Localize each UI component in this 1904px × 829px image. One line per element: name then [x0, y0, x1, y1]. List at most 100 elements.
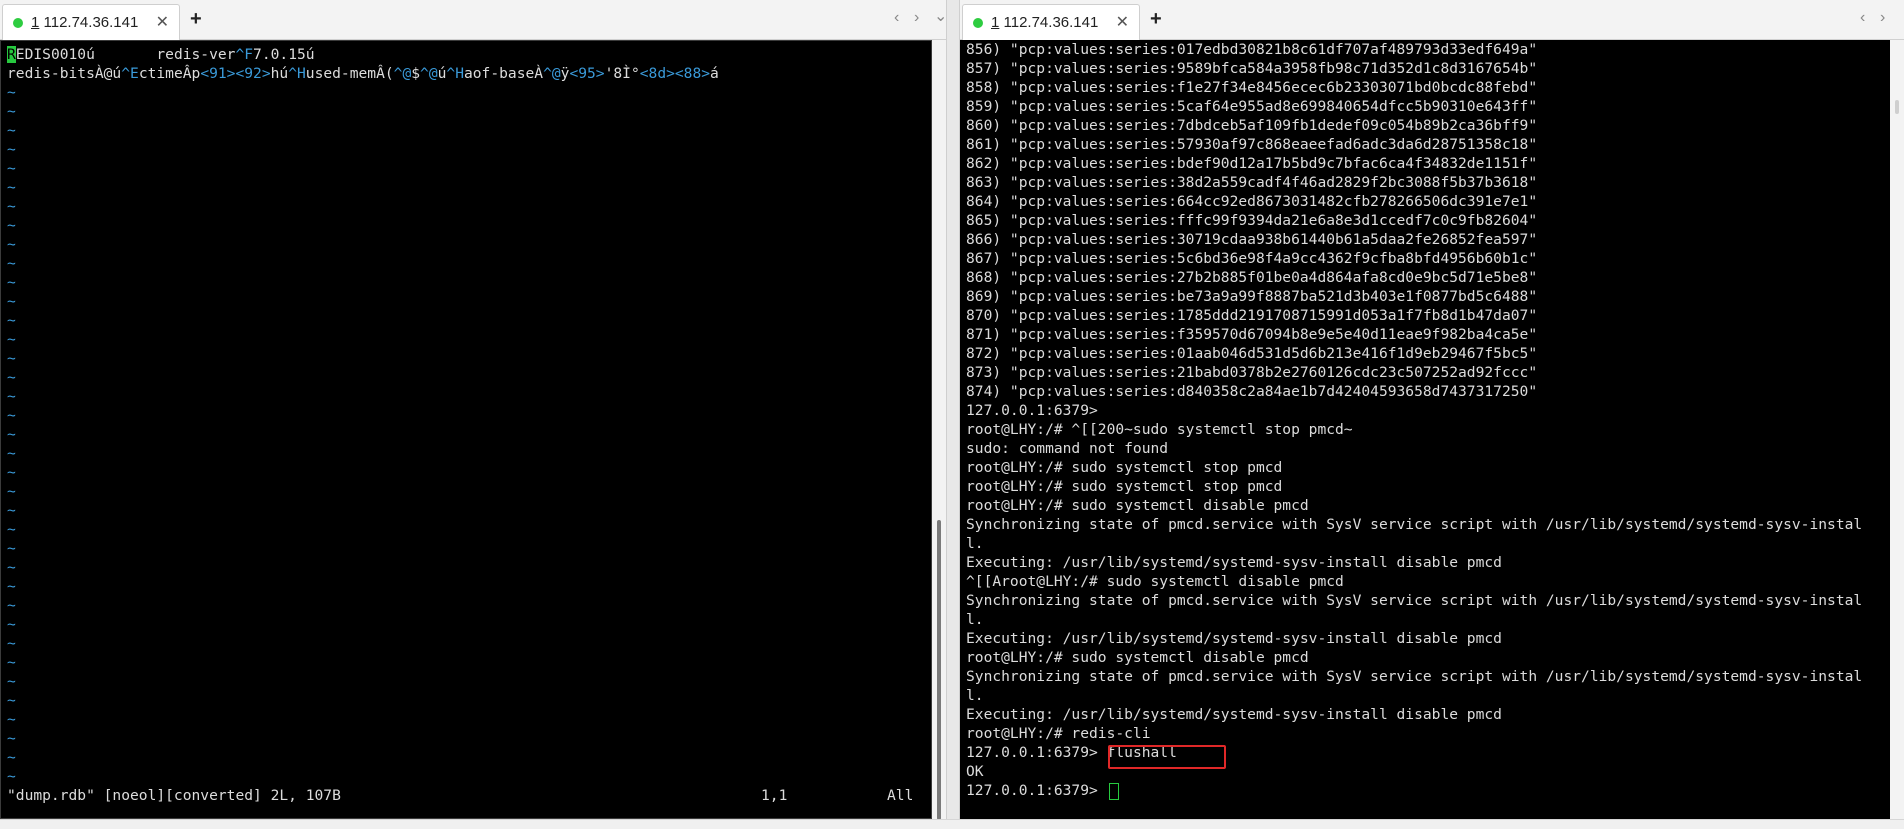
- terminal-line: root@LHY:/# sudo systemctl disable pmcd: [966, 497, 1309, 514]
- vim-tilde-line: ~: [7, 388, 16, 405]
- vim-tilde-line: ~: [7, 236, 16, 253]
- flushall-highlight-box: [1108, 745, 1226, 769]
- terminal-line: Executing: /usr/lib/systemd/systemd-sysv…: [966, 706, 1502, 723]
- terminal-line: root@LHY:/# sudo systemctl stop pmcd: [966, 459, 1283, 476]
- vim-tilde-line: ~: [7, 730, 16, 747]
- terminal-line: root@LHY:/# sudo systemctl disable pmcd: [966, 649, 1309, 666]
- right-pane: 1 112.74.36.141 ✕ + ‹ › 856) "pcp:values…: [960, 0, 1904, 829]
- vim-tilde-line: ~: [7, 274, 16, 291]
- right-session-tab[interactable]: 1 112.74.36.141 ✕: [962, 4, 1140, 40]
- terminal-line: Synchronizing state of pmcd.service with…: [966, 516, 1863, 533]
- vim-line-2: redis-bitsÀ@ú^EctimeÂp<91><92>hú^Hused-m…: [7, 65, 719, 82]
- terminal-line: 857) "pcp:values:series:9589bfca584a3958…: [966, 60, 1538, 77]
- app-status-bar: [0, 819, 1904, 829]
- right-scroll-thumb[interactable]: [1895, 100, 1899, 114]
- right-scrollbar[interactable]: [1890, 40, 1904, 819]
- tab-next-icon[interactable]: ›: [1880, 9, 1885, 27]
- terminal-line: Executing: /usr/lib/systemd/systemd-sysv…: [966, 630, 1502, 647]
- terminal-line: l.: [966, 687, 984, 704]
- terminal-line: 865) "pcp:values:series:fffc99f9394da21e…: [966, 212, 1538, 229]
- new-tab-button[interactable]: +: [190, 8, 202, 31]
- vim-status-file: "dump.rdb" [noeol][converted] 2L, 107B: [7, 787, 341, 804]
- terminal-line: root@LHY:/# sudo systemctl stop pmcd: [966, 478, 1283, 495]
- terminal-line: root@LHY:/# ^[[200~sudo systemctl stop p…: [966, 421, 1353, 438]
- vim-tilde-line: ~: [7, 312, 16, 329]
- vim-tilde-line: ~: [7, 179, 16, 196]
- left-scroll-thumb[interactable]: [937, 520, 941, 820]
- terminal-line: 127.0.0.1:6379>: [966, 402, 1098, 419]
- vim-tilde-line: ~: [7, 616, 16, 633]
- vim-tilde-line: ~: [7, 369, 16, 386]
- vim-tilde-line: ~: [7, 350, 16, 367]
- vim-tilde-line: ~: [7, 331, 16, 348]
- left-session-tab[interactable]: 1 112.74.36.141 ✕: [2, 4, 180, 40]
- left-tabbar: 1 112.74.36.141 ✕ + ‹ › ⌄: [0, 0, 947, 40]
- vim-tilde-line: ~: [7, 521, 16, 538]
- right-tabbar: 1 112.74.36.141 ✕ + ‹ ›: [960, 0, 1904, 40]
- vim-tilde-line: ~: [7, 597, 16, 614]
- terminal-line: sudo: command not found: [966, 440, 1169, 457]
- terminal-line: root@LHY:/# redis-cli: [966, 725, 1151, 742]
- vim-tilde-line: ~: [7, 293, 16, 310]
- terminal-line: 858) "pcp:values:series:f1e27f34e8456ece…: [966, 79, 1538, 96]
- vim-line-1: REDIS0010ú redis-ver^F7.0.15ú: [7, 46, 315, 63]
- vim-tilde-line: ~: [7, 445, 16, 462]
- vim-tilde-line: ~: [7, 540, 16, 557]
- terminal-line: 870) "pcp:values:series:1785ddd219170871…: [966, 307, 1538, 324]
- close-icon[interactable]: ✕: [156, 12, 169, 32]
- vim-tilde-line: ~: [7, 103, 16, 120]
- terminal-line: 862) "pcp:values:series:bdef90d12a17b5bd…: [966, 155, 1538, 172]
- terminal-line: 872) "pcp:values:series:01aab046d531d5d6…: [966, 345, 1538, 362]
- terminal-line: l.: [966, 611, 984, 628]
- terminal-line: 860) "pcp:values:series:7dbdceb5af109fb1…: [966, 117, 1538, 134]
- close-icon[interactable]: ✕: [1116, 12, 1129, 32]
- vim-tilde-line: ~: [7, 768, 16, 785]
- vim-tilde-line: ~: [7, 217, 16, 234]
- vim-tilde-line: ~: [7, 559, 16, 576]
- terminal-line: 868) "pcp:values:series:27b2b885f01be0a4…: [966, 269, 1538, 286]
- vim-tilde-line: ~: [7, 122, 16, 139]
- terminal-line: ^[[Aroot@LHY:/# sudo systemctl disable p…: [966, 573, 1344, 590]
- terminal-line: 871) "pcp:values:series:f359570d67094b8e…: [966, 326, 1538, 343]
- terminal-line: Executing: /usr/lib/systemd/systemd-sysv…: [966, 554, 1502, 571]
- vim-status-position: 1,1: [761, 787, 788, 804]
- tab-prev-icon[interactable]: ‹: [1860, 9, 1865, 27]
- vim-tilde-line: ~: [7, 84, 16, 101]
- prompt-line[interactable]: 127.0.0.1:6379>: [966, 781, 1119, 800]
- vim-tilde-line: ~: [7, 654, 16, 671]
- new-tab-button[interactable]: +: [1150, 8, 1162, 31]
- ok-line: OK: [966, 763, 984, 780]
- vim-editor[interactable]: REDIS0010ú redis-ver^F7.0.15ú redis-bits…: [0, 40, 932, 819]
- terminal-line: 861) "pcp:values:series:57930af97c868eae…: [966, 136, 1538, 153]
- vim-tilde-line: ~: [7, 749, 16, 766]
- terminal-output[interactable]: 856) "pcp:values:series:017edbd30821b8c6…: [960, 40, 1890, 819]
- terminal-line: 866) "pcp:values:series:30719cdaa938b614…: [966, 231, 1538, 248]
- vim-tilde-line: ~: [7, 407, 16, 424]
- left-pane: 1 112.74.36.141 ✕ + ‹ › ⌄ REDIS0010ú red…: [0, 0, 947, 829]
- vim-tilde-line: ~: [7, 635, 16, 652]
- vim-tilde-line: ~: [7, 692, 16, 709]
- vim-cursor: R: [7, 46, 16, 63]
- right-tab-label: 1 112.74.36.141: [991, 14, 1099, 31]
- vim-tilde-line: ~: [7, 502, 16, 519]
- pane-divider[interactable]: [946, 0, 960, 829]
- terminal-line: Synchronizing state of pmcd.service with…: [966, 668, 1863, 685]
- tab-next-icon[interactable]: ›: [914, 9, 919, 27]
- vim-tilde-line: ~: [7, 464, 16, 481]
- terminal-line: 869) "pcp:values:series:be73a9a99f8887ba…: [966, 288, 1538, 305]
- terminal-line: 856) "pcp:values:series:017edbd30821b8c6…: [966, 41, 1538, 58]
- terminal-line: Synchronizing state of pmcd.service with…: [966, 592, 1863, 609]
- vim-status-all: All: [887, 787, 914, 804]
- left-tab-label: 1 112.74.36.141: [31, 14, 139, 31]
- vim-tilde-line: ~: [7, 255, 16, 272]
- terminal-line: 859) "pcp:values:series:5caf64e955ad8e69…: [966, 98, 1538, 115]
- left-scrollbar[interactable]: [932, 40, 946, 820]
- vim-tilde-line: ~: [7, 160, 16, 177]
- connected-status-icon: [13, 18, 23, 28]
- terminal-line: 863) "pcp:values:series:38d2a559cadf4f46…: [966, 174, 1538, 191]
- vim-tilde-line: ~: [7, 711, 16, 728]
- connected-status-icon: [973, 18, 983, 28]
- tab-prev-icon[interactable]: ‹: [894, 9, 899, 27]
- vim-tilde-line: ~: [7, 426, 16, 443]
- terminal-line: 867) "pcp:values:series:5c6bd36e98f4a9cc…: [966, 250, 1538, 267]
